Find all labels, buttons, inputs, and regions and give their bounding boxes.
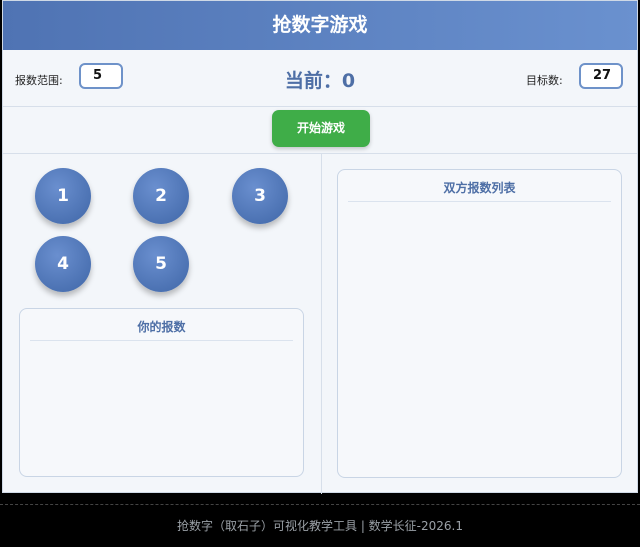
game-window: 抢数字游戏 报数范围: 5 当前：0 目标数: 27 开始游戏 1 2 3 4 …: [2, 0, 638, 494]
number-button-2[interactable]: 2: [133, 168, 189, 224]
number-list-panel: 双方报数列表: [337, 169, 622, 478]
your-numbers-panel: 你的报数: [19, 308, 304, 477]
target-label: 目标数:: [526, 74, 563, 87]
number-button-3[interactable]: 3: [232, 168, 288, 224]
number-button-4[interactable]: 4: [35, 236, 91, 292]
app-title: 抢数字游戏: [3, 1, 637, 50]
number-button-1[interactable]: 1: [35, 168, 91, 224]
controls-bar: 报数范围: 5 当前：0 目标数: 27: [3, 50, 637, 107]
left-pane: 1 2 3 4 5 你的报数: [3, 154, 321, 494]
number-list-title: 双方报数列表: [348, 179, 611, 202]
footer: 抢数字（取石子）可视化教学工具 | 数学长征-2026.1: [0, 504, 640, 536]
number-button-5[interactable]: 5: [133, 236, 189, 292]
your-numbers-title: 你的报数: [30, 318, 293, 341]
pane-divider: [321, 154, 322, 494]
start-game-button[interactable]: 开始游戏: [272, 110, 370, 147]
target-input[interactable]: 27: [579, 63, 623, 89]
start-row: 开始游戏: [3, 107, 637, 154]
